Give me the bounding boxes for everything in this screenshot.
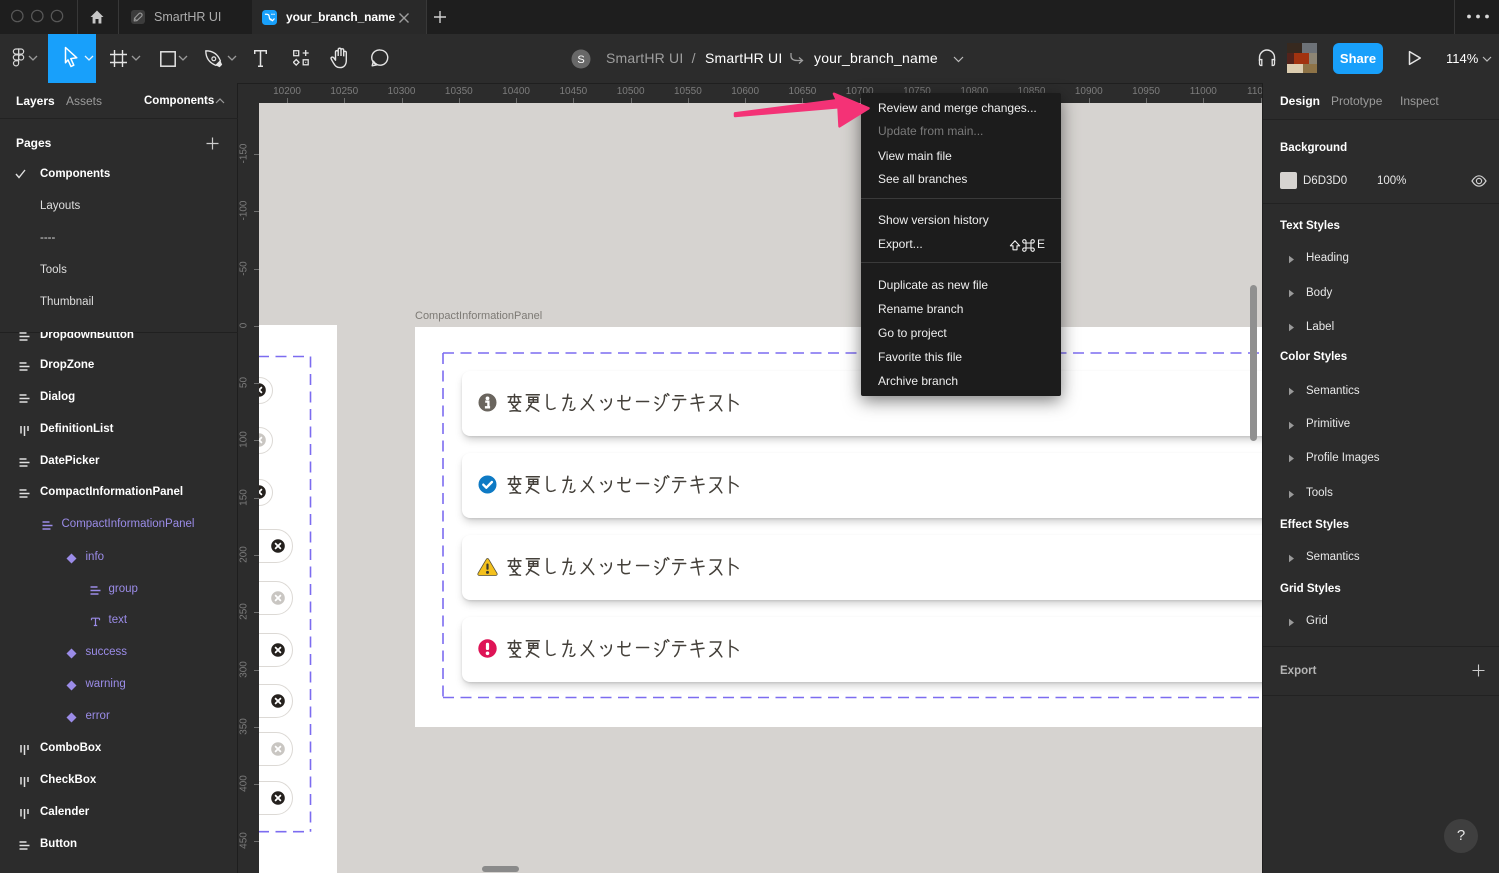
svg-text:S: S — [577, 54, 584, 66]
